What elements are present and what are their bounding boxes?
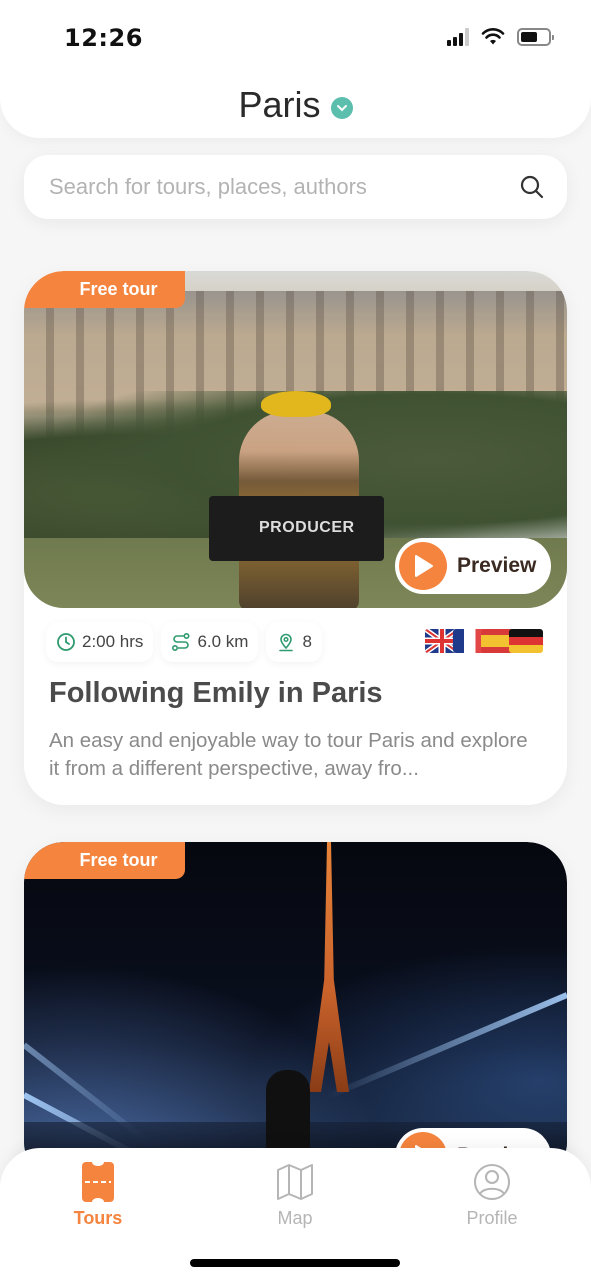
tour-image[interactable]: Free tour Preview [24, 842, 567, 1182]
city-name: Paris [238, 84, 321, 125]
language-flags [425, 629, 543, 653]
nav-label: Tours [73, 1208, 123, 1228]
nav-tab-tours[interactable]: Tours [38, 1162, 158, 1229]
image-light-beam [326, 992, 567, 1100]
ticket-icon [82, 1162, 114, 1202]
location-pin-icon [279, 633, 294, 652]
nav-label: Profile [466, 1208, 518, 1228]
tour-image[interactable]: PRODUCER Free tour Preview [24, 271, 567, 608]
image-beret [261, 391, 331, 417]
tour-card[interactable]: PRODUCER Free tour Preview 2:00 hrs 6.0 … [24, 271, 567, 805]
stops-value: 8 [302, 632, 312, 651]
tour-meta: 2:00 hrs 6.0 km 8 [46, 622, 322, 662]
preview-button[interactable]: Preview [395, 538, 551, 594]
wifi-icon [481, 28, 505, 45]
preview-label: Preview [457, 554, 537, 577]
clock-icon [57, 633, 75, 651]
header: 12:26 Paris [0, 0, 591, 138]
stops-chip: 8 [266, 622, 322, 662]
map-icon [277, 1164, 313, 1200]
free-tour-badge: Free tour [24, 271, 185, 308]
search-bar [24, 155, 567, 219]
screen: 12:26 Paris Search for tours, places, au… [0, 0, 591, 1280]
nav-tab-profile[interactable]: Profile [432, 1162, 552, 1229]
city-selector[interactable]: Paris [0, 84, 591, 126]
image-eiffel-tower [309, 842, 349, 1092]
chevron-down-icon [330, 97, 353, 119]
flag-germany-icon [509, 629, 543, 653]
profile-icon [474, 1164, 510, 1200]
play-icon [399, 542, 447, 590]
route-icon [172, 632, 190, 652]
nav-tab-map[interactable]: Map [235, 1162, 355, 1229]
duration-chip: 2:00 hrs [46, 622, 154, 662]
status-icons [447, 28, 554, 46]
distance-chip: 6.0 km [161, 622, 259, 662]
status-time: 12:26 [64, 24, 143, 52]
tour-title[interactable]: Following Emily in Paris [49, 677, 383, 710]
duration-value: 2:00 hrs [82, 632, 144, 651]
battery-icon [517, 28, 554, 46]
tour-description: An easy and enjoyable way to tour Paris … [49, 729, 528, 780]
nav-label: Map [277, 1208, 313, 1228]
search-input[interactable] [49, 174, 519, 200]
image-chair-label: PRODUCER [259, 519, 355, 536]
cellular-signal-icon [447, 28, 469, 46]
search-icon[interactable] [519, 174, 545, 200]
home-indicator[interactable] [190, 1259, 400, 1267]
distance-value: 6.0 km [197, 632, 249, 651]
free-tour-badge: Free tour [24, 842, 185, 879]
